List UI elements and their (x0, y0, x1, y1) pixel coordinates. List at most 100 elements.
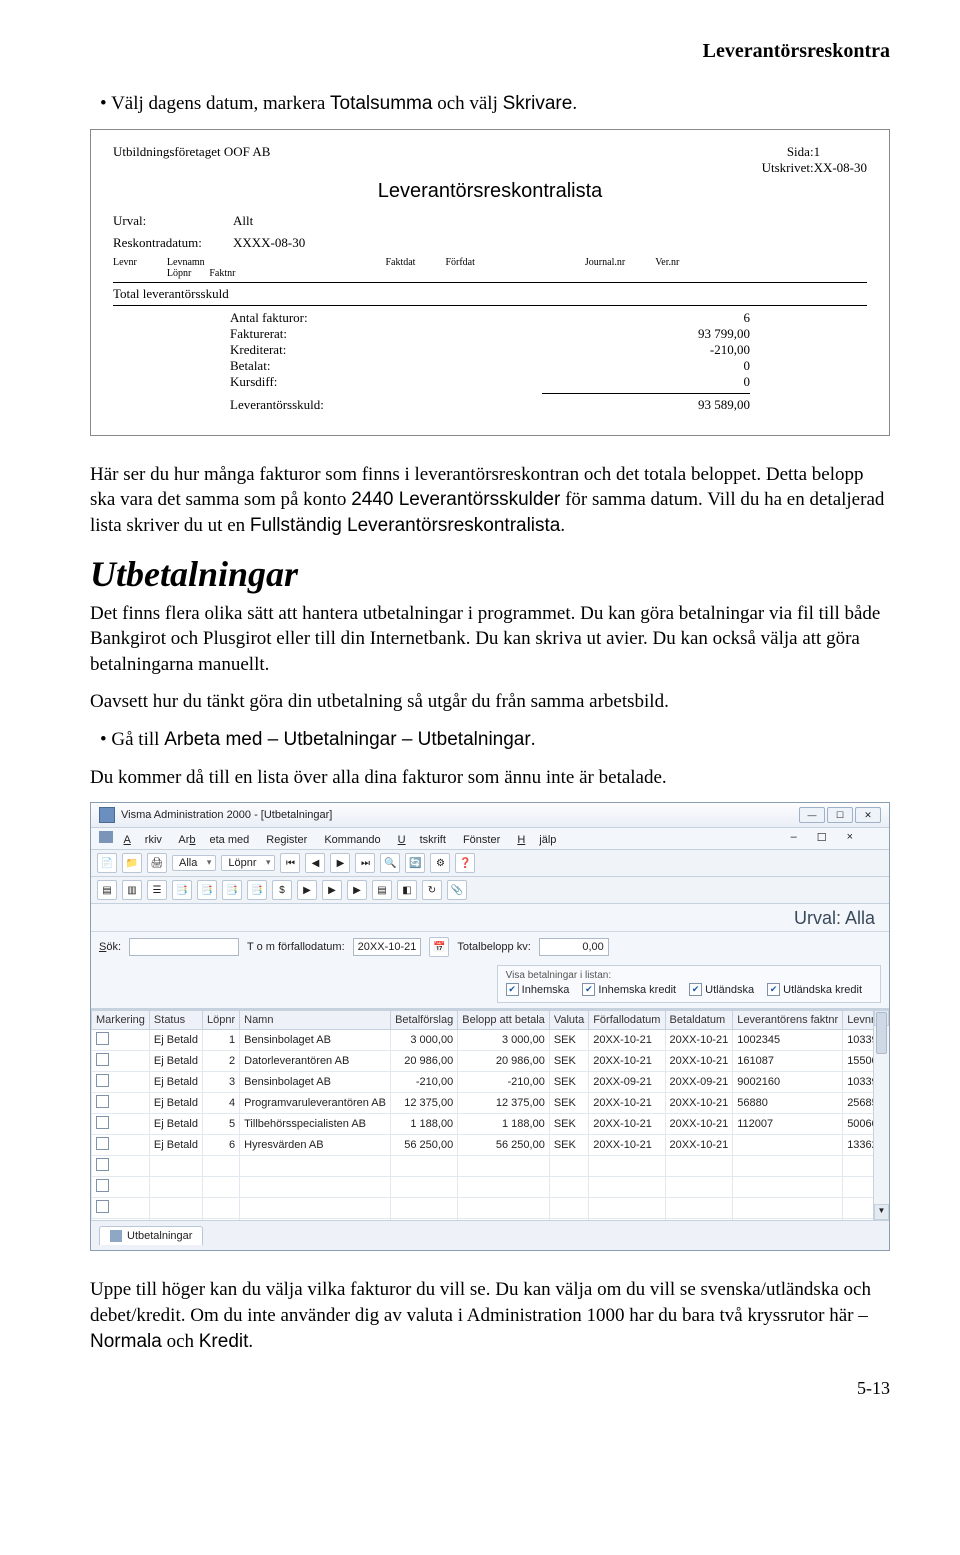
table-row[interactable]: Ej Betald1Bensinbolaget AB3 000,003 000,… (92, 1030, 889, 1051)
toolbar-button[interactable]: 🖨 (147, 853, 167, 873)
col-valuta[interactable]: Valuta (549, 1011, 588, 1030)
col-status[interactable]: Status (149, 1011, 202, 1030)
col-betalforslag[interactable]: Betalförslag (391, 1011, 458, 1030)
total-row: Total leverantörsskuld (113, 286, 867, 302)
toolbar-button[interactable]: 📑 (247, 880, 267, 900)
table-row[interactable]: Ej Betald5Tillbehörsspecialisten AB1 188… (92, 1114, 889, 1135)
skrivare-label: Skrivare (503, 93, 573, 114)
mdi-minimize-icon[interactable]: – (791, 831, 797, 844)
col-namn[interactable]: Namn (240, 1011, 391, 1030)
toolbar-button[interactable]: 📄 (97, 853, 117, 873)
cell-valuta: SEK (549, 1051, 588, 1072)
close-button[interactable]: ✕ (855, 807, 881, 823)
cb-inhemska-kredit[interactable]: Inhemska kredit (582, 983, 676, 996)
nav-prev-icon[interactable]: ◀ (305, 853, 325, 873)
cell-namn: Programvaruleverantören AB (240, 1093, 391, 1114)
cell-forfallo: 20XX-10-21 (589, 1051, 665, 1072)
cb-utlandska-kredit[interactable]: Utländska kredit (767, 983, 862, 996)
toolbar-button[interactable]: 📑 (172, 880, 192, 900)
cell-namn: Tillbehörsspecialisten AB (240, 1114, 391, 1135)
toolbar-button[interactable]: ◧ (397, 880, 417, 900)
cell-valuta: SEK (549, 1030, 588, 1051)
toolbar-button[interactable]: ▥ (122, 880, 142, 900)
nav-last-icon[interactable]: ⏭ (355, 853, 375, 873)
cell-markering[interactable] (92, 1093, 150, 1114)
tab-label: Utbetalningar (127, 1230, 192, 1242)
cell-levfaktnr: 1002345 (733, 1030, 843, 1051)
table-row[interactable]: Ej Betald2Datorleverantören AB20 986,002… (92, 1051, 889, 1072)
urval-value: Allt (233, 213, 253, 229)
vertical-scrollbar[interactable]: ▲ ▼ (873, 1010, 889, 1220)
toolbar-button[interactable]: ↻ (422, 880, 442, 900)
cell-status: Ej Betald (149, 1114, 202, 1135)
mdi-restore-icon[interactable]: ☐ (817, 831, 827, 844)
toolbar-button[interactable]: ▶ (297, 880, 317, 900)
toolbar-button[interactable]: 📑 (197, 880, 217, 900)
toolbar-button[interactable]: ▶ (347, 880, 367, 900)
toolbar-button[interactable]: ⚙ (430, 853, 450, 873)
toolbar-button[interactable]: ▤ (372, 880, 392, 900)
cell-status: Ej Betald (149, 1072, 202, 1093)
toolbar-button[interactable]: 🔄 (405, 853, 425, 873)
calendar-icon[interactable]: 📅 (429, 937, 449, 957)
table-row[interactable]: Ej Betald3Bensinbolaget AB-210,00-210,00… (92, 1072, 889, 1093)
toolbar-button[interactable]: 🔍 (380, 853, 400, 873)
table-row[interactable]: Ej Betald4Programvaruleverantören AB12 3… (92, 1093, 889, 1114)
table-row[interactable]: Ej Betald6Hyresvärden AB56 250,0056 250,… (92, 1135, 889, 1156)
menu-hjalp[interactable]: Hjälp (517, 834, 556, 846)
fakturerat-label: Fakturerat: (230, 326, 469, 342)
menu-arkiv[interactable]: AArkivrkiv (123, 834, 161, 846)
toolbar-button[interactable]: ☰ (147, 880, 167, 900)
forfallodatum-input[interactable]: 20XX-10-21 (353, 938, 422, 956)
cell-markering[interactable] (92, 1114, 150, 1135)
col-forfallo[interactable]: Förfallodatum (589, 1011, 665, 1030)
toolbar-button[interactable]: 📑 (222, 880, 242, 900)
menu-arbeta-med[interactable]: Arbeta med (178, 834, 249, 846)
cell-markering[interactable] (92, 1030, 150, 1051)
col-betaldatum[interactable]: Betaldatum (665, 1011, 733, 1030)
toolbar-button[interactable]: 📎 (447, 880, 467, 900)
col-belopp[interactable]: Belopp att betala (458, 1011, 550, 1030)
mdi-close-icon[interactable]: × (847, 831, 853, 844)
menu-register[interactable]: Register (266, 834, 307, 846)
app-menu-icon[interactable] (99, 831, 113, 843)
totalbelopp-input[interactable]: 0,00 (539, 938, 609, 956)
text: . (560, 515, 565, 536)
cb-inhemska[interactable]: Inhemska (506, 983, 570, 996)
app-icon (99, 807, 115, 823)
toolbar-button[interactable]: $ (272, 880, 292, 900)
maximize-button[interactable]: ☐ (827, 807, 853, 823)
sok-input[interactable] (129, 938, 239, 956)
betalat-label: Betalat: (230, 358, 469, 374)
paragraph-3: Oavsett hur du tänkt göra din utbetalnin… (90, 689, 890, 715)
paragraph-5: Uppe till höger kan du välja vilka faktu… (90, 1277, 890, 1354)
filter-dropdown-2[interactable]: Löpnr (221, 855, 275, 871)
minimize-button[interactable]: — (799, 807, 825, 823)
tab-utbetalningar[interactable]: Utbetalningar (99, 1226, 203, 1245)
nav-first-icon[interactable]: ⏮ (280, 853, 300, 873)
section-heading: Leverantörsreskontra (90, 40, 890, 63)
toolbar-button[interactable]: ▶ (322, 880, 342, 900)
cell-markering[interactable] (92, 1135, 150, 1156)
cell-markering[interactable] (92, 1051, 150, 1072)
cb-utlandska[interactable]: Utländska (689, 983, 754, 996)
nav-next-icon[interactable]: ▶ (330, 853, 350, 873)
col-markering[interactable]: Markering (92, 1011, 150, 1030)
menu-utskrift[interactable]: Utskrift (398, 834, 446, 846)
scroll-down-icon[interactable]: ▼ (874, 1204, 889, 1220)
cell-belopp: 12 375,00 (458, 1093, 550, 1114)
cell-belopp: 56 250,00 (458, 1135, 550, 1156)
menu-fonster[interactable]: Fönster (463, 834, 500, 846)
toolbar-button[interactable]: ❓ (455, 853, 475, 873)
cell-markering[interactable] (92, 1072, 150, 1093)
col-lopnr[interactable]: Löpnr (202, 1011, 239, 1030)
scroll-thumb[interactable] (876, 1012, 887, 1054)
toolbar-button[interactable]: ▤ (97, 880, 117, 900)
text: och (162, 1331, 199, 1352)
toolbar-button[interactable]: 📁 (122, 853, 142, 873)
fakturerat-value: 93 799,00 (469, 326, 750, 342)
menu-kommando[interactable]: Kommando (324, 834, 380, 846)
col-levfaktnr[interactable]: Leverantörens faktnr (733, 1011, 843, 1030)
data-grid[interactable]: Markering Status Löpnr Namn Betalförslag… (91, 1010, 889, 1220)
filter-dropdown-1[interactable]: Alla (172, 855, 216, 871)
